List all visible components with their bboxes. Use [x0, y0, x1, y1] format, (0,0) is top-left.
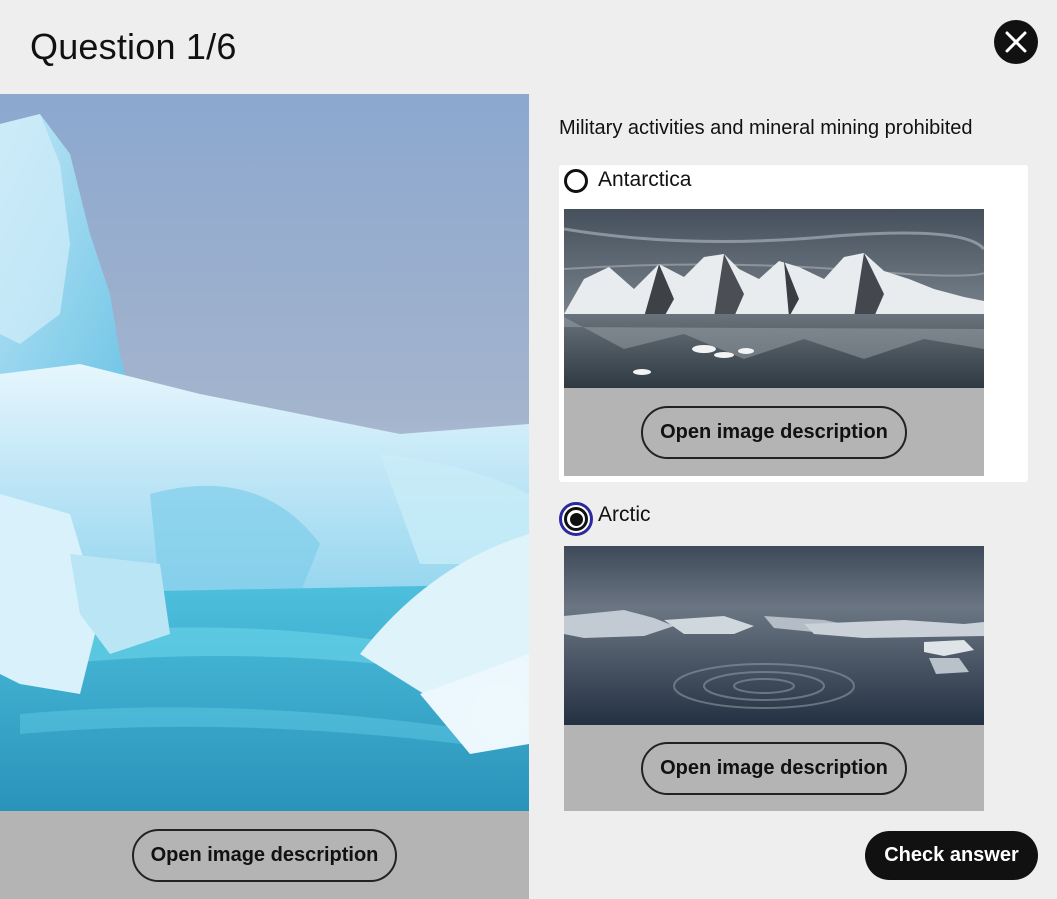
- hero-description-button[interactable]: Open image description: [131, 828, 398, 882]
- radio-dot: [569, 512, 583, 526]
- sea-ice-photo: [564, 546, 984, 725]
- iceberg-photo: [0, 94, 529, 811]
- radio-selected[interactable]: [559, 502, 593, 536]
- page-title: Question 1/6: [30, 26, 237, 67]
- option-image: [564, 546, 984, 725]
- option-description-button[interactable]: Open image description: [641, 405, 907, 459]
- question-prompt: Military activities and mineral mining p…: [559, 117, 973, 139]
- option-footer: Open image description: [564, 388, 984, 476]
- radio-ring: [564, 507, 588, 531]
- option-image: [564, 209, 984, 388]
- radio-unselected[interactable]: [564, 169, 588, 193]
- option-header[interactable]: Antarctica: [559, 165, 1028, 205]
- mountains-photo: [564, 209, 984, 388]
- option-description-button[interactable]: Open image description: [641, 741, 907, 795]
- option-label: Antarctica: [598, 168, 692, 191]
- close-button[interactable]: [994, 20, 1038, 64]
- option-label: Arctic: [598, 503, 651, 526]
- hero-footer: Open image description: [0, 811, 529, 899]
- option-footer: Open image description: [564, 725, 984, 811]
- quiz-dialog: Question 1/6 Open image description Mili…: [0, 0, 1057, 899]
- hero-image: [0, 94, 529, 811]
- close-icon: [1005, 31, 1027, 53]
- option-antarctica[interactable]: Antarctica Open image description: [559, 165, 1028, 482]
- option-arctic[interactable]: Arctic Open image description: [559, 500, 1028, 811]
- check-answer-button[interactable]: Check answer: [865, 831, 1038, 880]
- option-header[interactable]: Arctic: [559, 500, 1028, 540]
